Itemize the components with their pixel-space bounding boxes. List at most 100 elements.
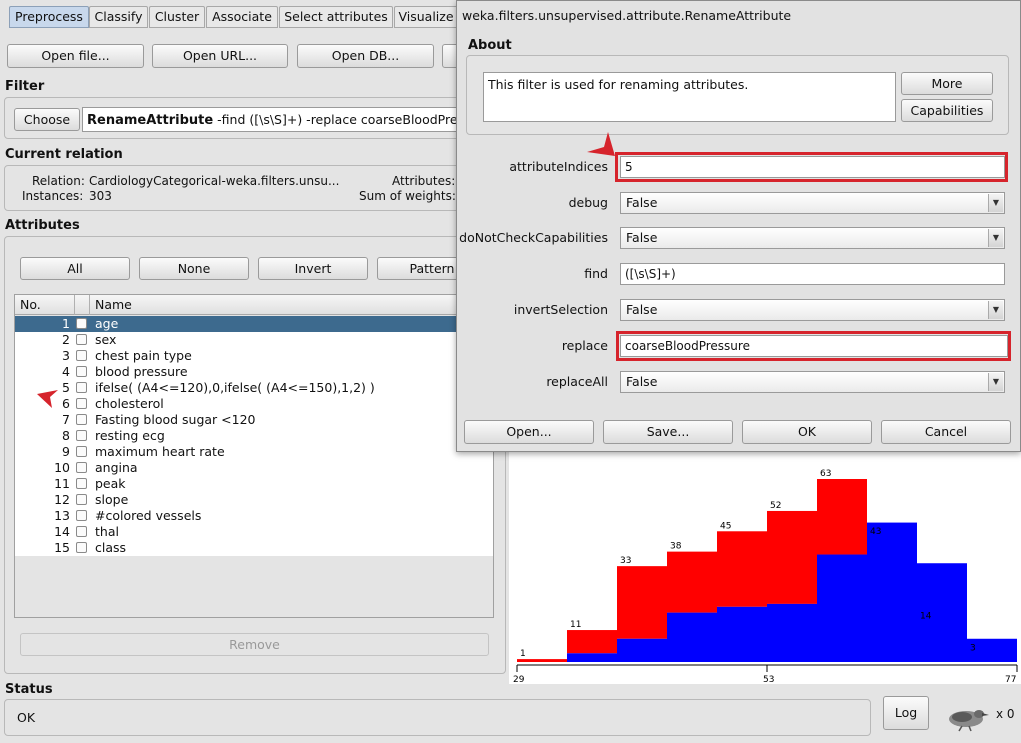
find-input[interactable]: ([\s\S]+) [620,263,1005,285]
dialog-open-button[interactable]: Open... [464,420,594,444]
attribute-number: 12 [54,492,70,507]
tab-preprocess[interactable]: Preprocess [9,6,89,28]
choose-filter-button[interactable]: Choose [14,108,80,131]
histogram-bar-red [567,630,617,654]
attribute-checkbox[interactable] [76,366,87,377]
bar-count-label: 38 [670,542,682,552]
attribute-name: ifelse( (A4<=120),0,ifelse( (A4<=150),1,… [95,380,375,395]
instances-label: Instances: [22,189,84,203]
attribute-name: age [95,316,119,331]
task-count: x 0 [996,707,1015,721]
histogram-bar-blue [667,612,717,662]
debug-select[interactable]: False ▼ [620,192,1005,214]
invert-selection-button[interactable]: Invert [258,257,368,280]
attribute-number: 14 [54,524,70,539]
relation-label: Relation: [32,174,85,188]
filter-spec-field[interactable]: RenameAttribute -find ([\s\S]+) -replace… [82,107,462,132]
bar-count-label: 1 [520,649,526,659]
current-relation-title: Current relation [5,147,123,162]
find-label: find [584,266,608,281]
attribute-name: chest pain type [95,348,192,363]
bar-count-label: 11 [570,620,581,630]
tab-classify[interactable]: Classify [89,6,148,28]
attribute-number: 13 [54,508,70,523]
attribute-number: 1 [62,316,70,331]
dialog-ok-button[interactable]: OK [742,420,872,444]
dialog-title: weka.filters.unsupervised.attribute.Rena… [462,8,792,23]
replace-label: replace [561,338,608,353]
tab-cluster[interactable]: Cluster [149,6,205,28]
tab-select-attributes[interactable]: Select attributes [279,6,393,28]
column-header-no[interactable]: No. [20,297,41,312]
attribute-checkbox[interactable] [76,350,87,361]
histogram-bar-red [617,566,667,639]
dialog-save-button[interactable]: Save... [603,420,733,444]
chevron-down-icon: ▼ [988,301,1003,319]
bar-count-label: 63 [820,469,831,479]
select-all-button[interactable]: All [20,257,130,280]
attribute-checkbox[interactable] [76,478,87,489]
histogram-bar-red [517,659,567,662]
bar-count-label: 43 [870,527,881,537]
dialog-cancel-button[interactable]: Cancel [881,420,1011,444]
histogram-bar-blue [767,603,817,662]
histogram-bar-red [717,531,767,607]
attribute-name: maximum heart rate [95,444,225,459]
attribute-checkbox[interactable] [76,318,87,329]
doNotCheckCapabilities-label: doNotCheckCapabilities [459,230,608,245]
status-text: OK [17,710,36,725]
open-file-button[interactable]: Open file... [7,44,144,68]
attribute-checkbox[interactable] [76,510,87,521]
more-button[interactable]: More [901,72,993,95]
bar-count-label: 3 [970,643,976,653]
attribute-checkbox[interactable] [76,494,87,505]
attribute-name: peak [95,476,126,491]
attribute-checkbox[interactable] [76,414,87,425]
histogram-bar-blue [717,606,767,662]
relation-value: CardiologyCategorical-weka.filters.unsu.… [89,174,340,188]
attribute-checkbox[interactable] [76,462,87,473]
invertSelection-label: invertSelection [513,302,608,317]
column-header-name[interactable]: Name [95,297,132,312]
attribute-number: 5 [62,380,70,395]
annotation-arrow [37,390,58,408]
attribute-number: 2 [62,332,70,347]
attribute-checkbox[interactable] [76,542,87,553]
x-tick-label: 29 [513,675,525,684]
invertSelection-select[interactable]: False ▼ [620,299,1005,321]
filter-section-title: Filter [5,79,45,94]
filter-name: RenameAttribute [87,113,214,128]
attribute-checkbox[interactable] [76,430,87,441]
log-button[interactable]: Log [883,696,929,730]
attribute-name: angina [95,460,138,475]
attribute-checkbox[interactable] [76,382,87,393]
attribute-name: resting ecg [95,428,165,443]
histogram-bar-blue [617,638,667,662]
tab-visualize[interactable]: Visualize [394,6,458,28]
attribute-number: 7 [62,412,70,427]
attribute-checkbox[interactable] [76,446,87,457]
about-section-title: About [468,38,512,53]
attribute-checkbox[interactable] [76,526,87,537]
remove-attributes-button[interactable]: Remove [20,633,489,656]
attribute-number: 10 [54,460,70,475]
histogram-bar-blue [567,653,617,662]
attribute-checkbox[interactable] [76,334,87,345]
attribute-name: class [95,540,127,555]
attribute-name: slope [95,492,129,507]
select-none-button[interactable]: None [139,257,249,280]
histogram-bar-blue [817,554,867,662]
replaceAll-label: replaceAll [546,374,608,389]
attributeIndices-label: attributeIndices [509,159,608,174]
attribute-name: Fasting blood sugar <120 [95,412,256,427]
open-db-button[interactable]: Open DB... [297,44,434,68]
capabilities-button[interactable]: Capabilities [901,99,993,122]
open-url-button[interactable]: Open URL... [152,44,288,68]
replaceAll-select[interactable]: False ▼ [620,371,1005,393]
weka-bird-icon[interactable] [942,704,990,732]
doNotCheckCapabilities-select[interactable]: False ▼ [620,227,1005,249]
sum-of-weights-label: Sum of weights: [359,189,456,203]
tab-associate[interactable]: Associate [206,6,278,28]
attribute-checkbox[interactable] [76,398,87,409]
attribute-number: 6 [62,396,70,411]
